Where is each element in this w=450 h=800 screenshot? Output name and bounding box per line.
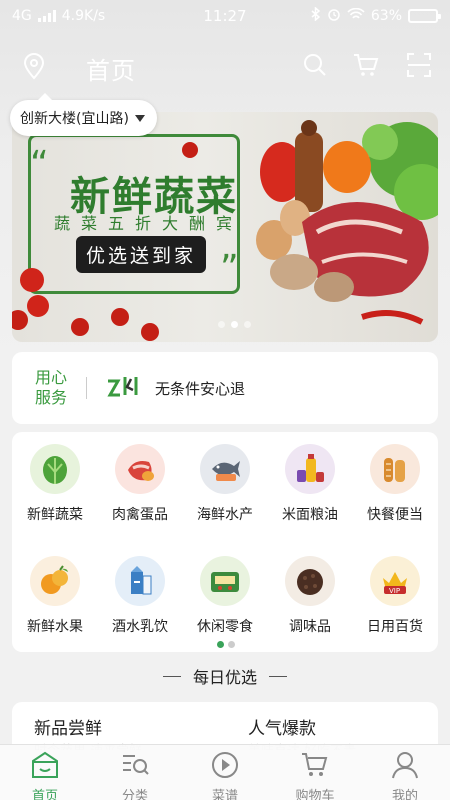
battery-icon — [408, 9, 441, 23]
vegetable-icon — [30, 444, 80, 494]
category-item-meat[interactable]: 肉禽蛋品 — [98, 444, 182, 524]
category-item-drinks[interactable]: 酒水乳饮 — [98, 556, 182, 636]
tab-label: 购物车 — [295, 789, 335, 800]
card-new-title[interactable]: 新品尝鲜 — [34, 714, 102, 739]
battery-percent: 63% — [370, 8, 402, 24]
divider — [86, 377, 87, 399]
category-item-grain-oil[interactable]: 米面粮油 — [268, 444, 352, 524]
category-page-dot[interactable] — [228, 641, 235, 648]
tab-mine[interactable]: 我的 — [360, 745, 450, 800]
cart-icon — [300, 751, 330, 783]
network-speed: 4.9K/s — [61, 8, 106, 24]
category-label: 休闲零食 — [197, 619, 253, 635]
recipe-icon — [210, 751, 240, 783]
tab-recipe[interactable]: 菜谱 — [180, 745, 270, 800]
vip-icon: VIP — [370, 556, 420, 606]
category-grid: 新鲜蔬菜 肉禽蛋品 海鲜水产 米面粮油 快餐便当 新鲜水果 酒水乳饮 休闲零食 … — [12, 432, 438, 652]
tab-label: 首页 — [31, 789, 58, 800]
bluetooth-icon — [311, 6, 321, 25]
return-guarantee-icon — [105, 373, 141, 403]
category-label: 新鲜水果 — [27, 619, 83, 635]
daily-picks-heading: 每日优选 — [0, 664, 450, 688]
svg-text:“: “ — [30, 144, 49, 185]
location-selector[interactable]: 创新大楼(宜山路) — [10, 93, 157, 136]
category-label: 日用百货 — [367, 619, 423, 635]
top-header: 首页 — [0, 40, 450, 92]
category-label: 快餐便当 — [367, 507, 423, 523]
seasoning-icon — [285, 556, 335, 606]
dropdown-arrow-icon — [134, 114, 145, 122]
scan-icon[interactable] — [406, 52, 432, 82]
home-icon — [30, 751, 60, 783]
alarm-icon — [327, 7, 341, 25]
location-pin-icon[interactable] — [22, 52, 46, 84]
category-pagination — [217, 641, 235, 648]
network-type: 4G — [12, 8, 32, 24]
wifi-icon — [347, 7, 365, 25]
meat-icon — [115, 444, 165, 494]
banner-dot[interactable] — [244, 321, 251, 328]
category-label: 米面粮油 — [282, 507, 338, 523]
category-item-bread[interactable]: 快餐便当 — [353, 444, 437, 524]
snack-icon — [200, 556, 250, 606]
svg-text:”: ” — [220, 248, 239, 289]
drinks-icon — [115, 556, 165, 606]
bread-icon — [370, 444, 420, 494]
seafood-icon — [200, 444, 250, 494]
category-label: 酒水乳饮 — [112, 619, 168, 635]
fruit-icon — [30, 556, 80, 606]
tab-category[interactable]: 分类 — [90, 745, 180, 800]
svg-text:VIP: VIP — [389, 587, 400, 595]
category-item-seafood[interactable]: 海鲜水产 — [183, 444, 267, 524]
category-label: 海鲜水产 — [197, 507, 253, 523]
tab-home[interactable]: 首页 — [0, 745, 90, 800]
category-label: 调味品 — [289, 619, 331, 635]
banner-pagination — [218, 321, 251, 328]
user-icon — [390, 751, 420, 783]
category-icon — [120, 751, 150, 783]
category-item-seasoning[interactable]: 调味品 — [268, 556, 352, 636]
category-item-fruit[interactable]: 新鲜水果 — [13, 556, 97, 636]
service-text: 无条件安心退 — [155, 379, 246, 398]
service-label-line1: 用心 — [34, 368, 67, 387]
tab-label: 我的 — [391, 789, 418, 800]
banner-dot[interactable] — [218, 321, 225, 328]
service-label-line2: 服务 — [34, 388, 67, 407]
banner-food-illustration: “ ” — [12, 120, 438, 341]
tab-label: 分类 — [121, 789, 148, 800]
category-label: 新鲜蔬菜 — [27, 507, 83, 523]
search-icon[interactable] — [302, 52, 328, 82]
category-page-dot-active[interactable] — [217, 641, 224, 648]
card-hot-title[interactable]: 人气爆款 — [248, 714, 316, 739]
page-title: 首页 — [86, 57, 136, 85]
daily-picks-title: 每日优选 — [192, 668, 257, 687]
status-bar: 4G 4.9K/s 11:27 63% — [0, 0, 450, 32]
category-item-vegetable[interactable]: 新鲜蔬菜 — [13, 444, 97, 524]
service-label: 用心 服务 — [12, 368, 86, 408]
category-label: 肉禽蛋品 — [112, 507, 168, 523]
bottom-tab-bar: 首页 分类 菜谱 购物车 我的 — [0, 744, 450, 800]
banner-dot-active[interactable] — [231, 321, 238, 328]
category-item-snack[interactable]: 休闲零食 — [183, 556, 267, 636]
promo-banner[interactable]: 新鲜蔬菜 蔬菜五折大酬宾 优选送到家 “ ” — [12, 112, 438, 342]
grain-oil-icon — [285, 444, 335, 494]
tab-label: 菜谱 — [211, 789, 238, 800]
signal-icon — [37, 10, 56, 22]
heading-rule-right — [269, 675, 287, 677]
service-strip[interactable]: 用心 服务 无条件安心退 — [12, 352, 438, 424]
heading-rule-left — [162, 675, 181, 677]
category-item-daily[interactable]: VIP 日用百货 — [353, 556, 437, 636]
location-address: 创新大楼(宜山路) — [20, 111, 129, 127]
cart-icon[interactable] — [352, 52, 380, 82]
tab-cart[interactable]: 购物车 — [270, 745, 360, 800]
